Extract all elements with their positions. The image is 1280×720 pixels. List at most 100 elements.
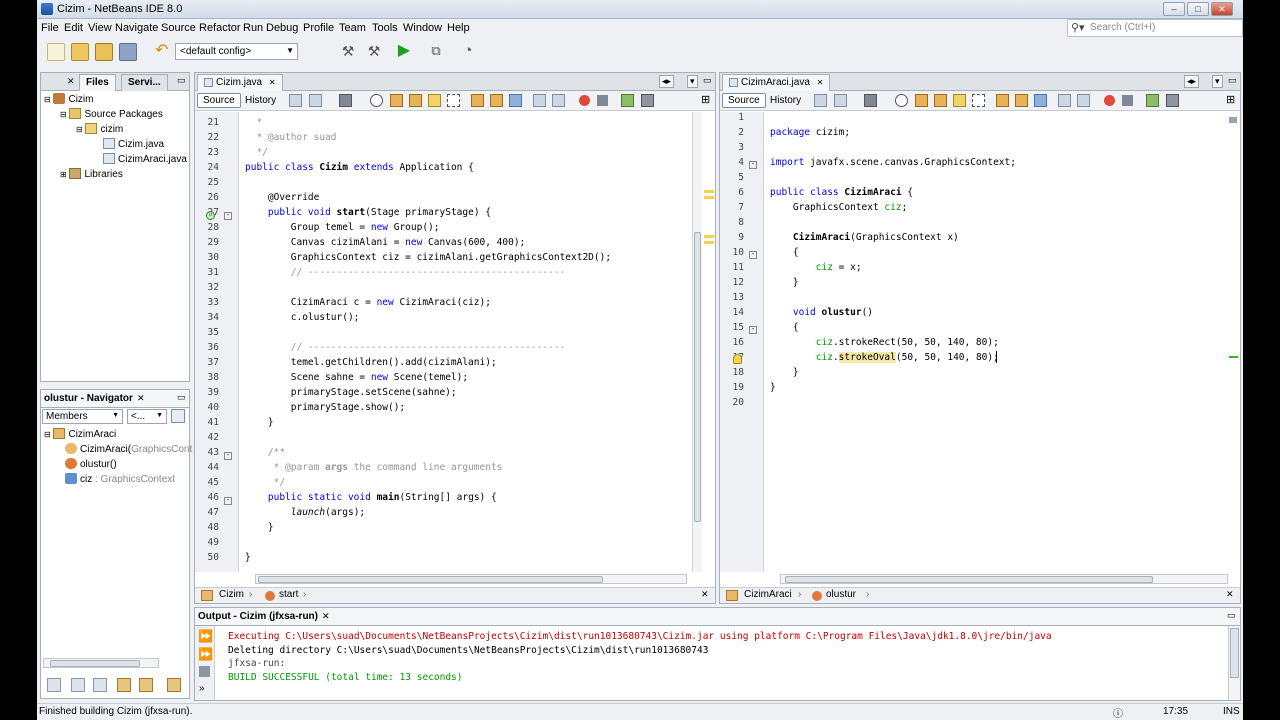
close-icon[interactable]: ✕ xyxy=(322,611,330,622)
menu-tools[interactable]: Tools xyxy=(372,22,398,34)
history-tab[interactable]: History xyxy=(239,93,282,108)
javadoc-icon[interactable] xyxy=(167,678,181,692)
close-icon[interactable]: ✕ xyxy=(701,589,709,600)
new-file-icon[interactable] xyxy=(47,43,65,61)
debug-icon[interactable]: ⧉ xyxy=(427,43,445,61)
clean-build-icon[interactable]: ⚒ xyxy=(365,43,383,61)
nav-constructor-node[interactable]: CizimAraci(GraphicsCont xyxy=(65,443,192,455)
find-icon[interactable] xyxy=(895,94,908,107)
menu-run[interactable]: Run xyxy=(243,22,263,34)
comment-icon[interactable] xyxy=(1146,94,1159,107)
config-select[interactable]: <default config> ▼ xyxy=(175,43,298,60)
minimize-button[interactable]: – xyxy=(1163,2,1185,16)
breadcrumb-method[interactable]: start xyxy=(279,589,298,600)
find-icon[interactable] xyxy=(370,94,383,107)
toggle-bookmark-icon[interactable] xyxy=(509,94,522,107)
fold-toggle-icon[interactable]: - xyxy=(749,326,757,334)
split-icon[interactable]: ⊞ xyxy=(701,93,710,106)
split-icon[interactable]: ⊞ xyxy=(1226,93,1235,106)
rectangular-select-icon[interactable] xyxy=(972,94,985,107)
rerun-icon[interactable]: ⏩ xyxy=(198,629,213,643)
close-icon[interactable]: ✕ xyxy=(67,76,75,87)
tab-files[interactable]: Files xyxy=(79,74,116,91)
search-box[interactable]: ⚲▾ Search (Ctrl+I) xyxy=(1067,19,1243,37)
build-hammer-icon[interactable]: ⚒ xyxy=(339,43,357,61)
rerun-settings-icon[interactable]: ⏩ xyxy=(198,647,213,661)
open-project-icon[interactable] xyxy=(95,43,113,61)
menu-window[interactable]: Window xyxy=(403,22,442,34)
history-tab[interactable]: History xyxy=(764,93,807,108)
comment-icon[interactable] xyxy=(621,94,634,107)
record-macro-icon[interactable] xyxy=(1104,95,1115,106)
menu-file[interactable]: File xyxy=(41,22,59,34)
filter-icon[interactable] xyxy=(171,409,185,423)
shift-left-icon[interactable] xyxy=(1058,94,1071,107)
sort-icon[interactable] xyxy=(47,678,61,692)
warning-marker[interactable] xyxy=(704,235,714,238)
left-hscroll[interactable] xyxy=(255,574,687,584)
close-icon[interactable]: ✕ xyxy=(137,393,145,404)
menu-team[interactable]: Team xyxy=(339,22,366,34)
static-icon[interactable] xyxy=(93,678,107,692)
find-next-icon[interactable] xyxy=(409,94,422,107)
back-icon[interactable] xyxy=(309,94,322,107)
breadcrumb-class[interactable]: CizimAraci xyxy=(744,589,792,600)
scroll-thumb[interactable] xyxy=(785,576,1153,583)
forward-icon[interactable] xyxy=(339,94,352,107)
close-icon[interactable]: ✕ xyxy=(269,78,276,87)
maximize-panel-icon[interactable]: ▭ xyxy=(703,75,712,86)
toggle-highlight-icon[interactable] xyxy=(428,94,441,107)
minimize-panel-icon[interactable]: ▭ xyxy=(177,75,186,86)
stop-icon[interactable] xyxy=(199,666,210,677)
find-next-icon[interactable] xyxy=(934,94,947,107)
profile-icon[interactable]: ◔ xyxy=(459,43,477,61)
fields-icon[interactable] xyxy=(71,678,85,692)
tab-services[interactable]: Servi... xyxy=(121,74,168,91)
back-icon[interactable] xyxy=(834,94,847,107)
menu-debug[interactable]: Debug xyxy=(266,22,298,34)
notifications-icon[interactable]: ⓘ xyxy=(1113,705,1123,720)
close-icon[interactable]: ✕ xyxy=(817,78,824,87)
toggle-highlight-icon[interactable] xyxy=(953,94,966,107)
stop-macro-icon[interactable] xyxy=(597,95,608,106)
shift-right-icon[interactable] xyxy=(1077,94,1090,107)
prev-bookmark-icon[interactable] xyxy=(471,94,484,107)
tree-node-package[interactable]: ⊟ cizim xyxy=(76,123,123,135)
fold-toggle-icon[interactable]: - xyxy=(749,251,757,259)
menu-source[interactable]: Source xyxy=(161,22,196,34)
menu-help[interactable]: Help xyxy=(447,22,470,34)
nav-field-node[interactable]: ciz : GraphicsContext xyxy=(65,473,175,485)
save-all-icon[interactable] xyxy=(119,43,137,61)
scroll-thumb[interactable] xyxy=(694,232,701,522)
find-prev-icon[interactable] xyxy=(915,94,928,107)
source-tab[interactable]: Source xyxy=(722,93,766,108)
prev-bookmark-icon[interactable] xyxy=(996,94,1009,107)
navigator-hscroll[interactable] xyxy=(43,658,159,668)
scroll-thumb[interactable] xyxy=(50,660,140,667)
source-tab[interactable]: Source xyxy=(197,93,241,108)
next-bookmark-icon[interactable] xyxy=(490,94,503,107)
uncomment-icon[interactable] xyxy=(1166,94,1179,107)
nav-class-node[interactable]: ⊟ CizimAraci xyxy=(44,428,116,440)
tree-node-project[interactable]: ⊟ Cizim xyxy=(44,93,93,105)
close-icon[interactable]: ✕ xyxy=(1226,589,1234,600)
tree-node-cizim-java[interactable]: Cizim.java xyxy=(103,138,164,150)
hint-bulb-icon[interactable] xyxy=(733,354,742,364)
rectangular-select-icon[interactable] xyxy=(447,94,460,107)
tab-cizim-java[interactable]: Cizim.java ✕ xyxy=(197,74,283,91)
output-title[interactable]: Output - Cizim (jfxsa-run) xyxy=(198,611,318,622)
warning-marker[interactable] xyxy=(704,190,714,193)
run-icon[interactable]: ▶ xyxy=(395,43,413,61)
inherited-icon[interactable] xyxy=(117,678,131,692)
undo-icon[interactable]: ↶ xyxy=(155,43,173,61)
error-stripe-marker[interactable] xyxy=(1229,356,1238,358)
forward-icon[interactable] xyxy=(864,94,877,107)
scope-filter-select[interactable]: <... ▼ xyxy=(127,409,167,424)
menu-refactor[interactable]: Refactor xyxy=(199,22,241,34)
fold-toggle-icon[interactable]: - xyxy=(224,212,232,220)
right-hscroll[interactable] xyxy=(780,574,1228,584)
minimize-panel-icon[interactable]: ▭ xyxy=(177,392,186,403)
nonpublic-icon[interactable] xyxy=(139,678,153,692)
last-edit-icon[interactable] xyxy=(814,94,827,107)
tree-node-cizimaraci-java[interactable]: CizimAraci.java xyxy=(103,153,187,165)
